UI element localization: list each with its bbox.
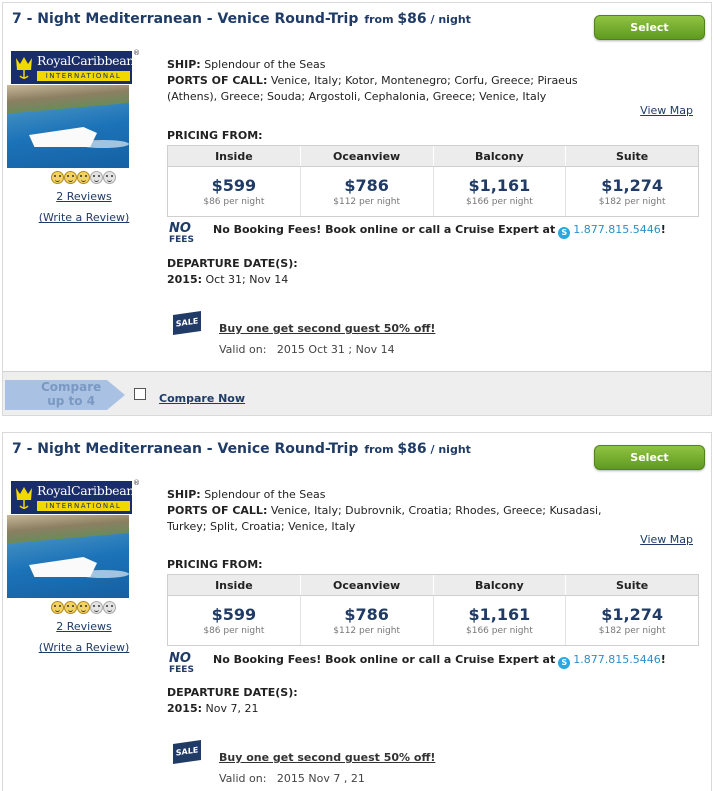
listing-title[interactable]: 7 - Night Mediterranean - Venice Round-T… — [12, 441, 471, 457]
rating-face-icon — [77, 601, 90, 614]
no-booking-fees-text: No Booking Fees! Book online or call a C… — [213, 223, 666, 239]
rating-face-icon — [51, 171, 64, 184]
cabin-header-suite: Suite — [616, 150, 649, 163]
no-fees-icon: NO FEES — [169, 651, 194, 675]
cabin-price-suite[interactable]: $1,274 $182 per night — [566, 167, 698, 216]
rating-face-empty-icon — [90, 601, 103, 614]
view-map-link[interactable]: View Map — [640, 104, 693, 117]
cruise-listing-card: 7 - Night Mediterranean - Venice Round-T… — [2, 432, 712, 791]
brand-name: RoyalCaribbean — [37, 53, 135, 68]
brand-sub: INTERNATIONAL — [37, 501, 130, 511]
trademark: ® — [133, 479, 140, 487]
cabin-price-balcony[interactable]: $1,161 $166 per night — [434, 167, 567, 216]
reviews-link[interactable]: 2 Reviews — [3, 190, 165, 203]
write-review-link[interactable]: (Write a Review) — [3, 211, 165, 224]
promo-valid-dates: Valid on: 2015 Oct 31 ; Nov 14 — [219, 343, 395, 356]
sale-icon: SALE — [173, 740, 201, 764]
rating-face-empty-icon — [103, 601, 116, 614]
reviews-link[interactable]: 2 Reviews — [3, 620, 165, 633]
rating-face-icon — [64, 601, 77, 614]
compare-now-link[interactable]: Compare Now — [159, 392, 245, 405]
rating-face-empty-icon — [90, 171, 103, 184]
per-night-label: / night — [430, 13, 471, 26]
royal-caribbean-logo: RoyalCaribbean INTERNATIONAL ® — [11, 479, 140, 514]
rating-face-icon — [77, 171, 90, 184]
pricing-from-label: PRICING FROM: — [167, 558, 263, 571]
cabin-header-balcony: Balcony — [434, 575, 567, 595]
no-fees-icon: NO FEES — [169, 221, 194, 245]
departure-dates: 2015: Nov 7, 21 — [167, 702, 259, 715]
ship-info: SHIP: Splendour of the Seas — [167, 488, 326, 501]
listing-title[interactable]: 7 - Night Mediterranean - Venice Round-T… — [12, 11, 471, 27]
skype-icon: S — [558, 657, 571, 669]
cruise-listing-card: 7 - Night Mediterranean - Venice Round-T… — [2, 2, 712, 416]
from-label: from — [364, 443, 394, 456]
per-night-label: / night — [430, 443, 471, 456]
cabin-price-oceanview[interactable]: $786 $112 per night — [301, 167, 434, 216]
phone-link[interactable]: 1.877.815.5446 — [573, 223, 660, 236]
departure-label: DEPARTURE DATE(S): — [167, 257, 298, 270]
trademark: ® — [133, 49, 140, 57]
promo-valid-dates: Valid on: 2015 Nov 7 , 21 — [219, 772, 365, 785]
phone-link[interactable]: 1.877.815.5446 — [573, 653, 660, 666]
compare-bar: Compare up to 4 Compare Now — [3, 371, 711, 415]
ship-info: SHIP: Splendour of the Seas — [167, 58, 326, 71]
cabin-price-inside[interactable]: $599 $86 per night — [168, 167, 301, 216]
departure-label: DEPARTURE DATE(S): — [167, 686, 298, 699]
departure-dates: 2015: Oct 31; Nov 14 — [167, 273, 289, 286]
no-booking-fees-text: No Booking Fees! Book online or call a C… — [213, 653, 666, 669]
cabin-header-inside: Inside — [168, 146, 301, 166]
crown-anchor-icon — [16, 57, 32, 79]
rating-face-icon — [51, 601, 64, 614]
cabin-price-oceanview[interactable]: $786 $112 per night — [301, 596, 434, 645]
ports-of-call: PORTS OF CALL: Venice, Italy; Dubrovnik,… — [167, 504, 602, 533]
select-button[interactable]: Select — [594, 445, 705, 470]
from-label: from — [364, 13, 394, 26]
ports-of-call: PORTS OF CALL: Venice, Italy; Kotor, Mon… — [167, 74, 578, 103]
cabin-header-balcony: Balcony — [434, 146, 567, 166]
rating-faces — [51, 171, 116, 184]
cabin-price-inside[interactable]: $599 $86 per night — [168, 596, 301, 645]
from-price: $86 — [397, 441, 427, 457]
cabin-header-suite: Suite — [616, 579, 649, 592]
rating-face-empty-icon — [103, 171, 116, 184]
rating-faces — [51, 601, 116, 614]
write-review-link[interactable]: (Write a Review) — [3, 641, 165, 654]
ship-photo[interactable] — [7, 515, 129, 598]
sale-icon: SALE — [173, 311, 201, 335]
rating-face-icon — [64, 171, 77, 184]
ship-photo[interactable] — [7, 85, 129, 168]
pricing-from-label: PRICING FROM: — [167, 129, 263, 142]
cabin-header-inside: Inside — [168, 575, 301, 595]
skype-icon: S — [558, 227, 571, 239]
crown-anchor-icon — [16, 487, 32, 509]
from-price: $86 — [397, 11, 427, 27]
select-button[interactable]: Select — [594, 15, 705, 40]
promo-link[interactable]: Buy one get second guest 50% off! — [219, 751, 435, 764]
cabin-header-oceanview: Oceanview — [301, 146, 434, 166]
pricing-table: Inside Oceanview Balcony Suite $599 $86 p… — [167, 145, 699, 217]
promo-link[interactable]: Buy one get second guest 50% off! — [219, 322, 435, 335]
cabin-header-oceanview: Oceanview — [301, 575, 434, 595]
view-map-link[interactable]: View Map — [640, 533, 693, 546]
cabin-price-suite[interactable]: $1,274 $182 per night — [566, 596, 698, 645]
brand-name: RoyalCaribbean — [37, 483, 135, 498]
compare-checkbox[interactable] — [134, 388, 146, 400]
royal-caribbean-logo: RoyalCaribbean INTERNATIONAL ® — [11, 49, 140, 84]
cabin-price-balcony[interactable]: $1,161 $166 per night — [434, 596, 567, 645]
brand-sub: INTERNATIONAL — [37, 71, 130, 81]
pricing-table: Inside Oceanview Balcony Suite $599 $86 p… — [167, 574, 699, 646]
compare-label: Compare up to 4 — [41, 380, 102, 408]
